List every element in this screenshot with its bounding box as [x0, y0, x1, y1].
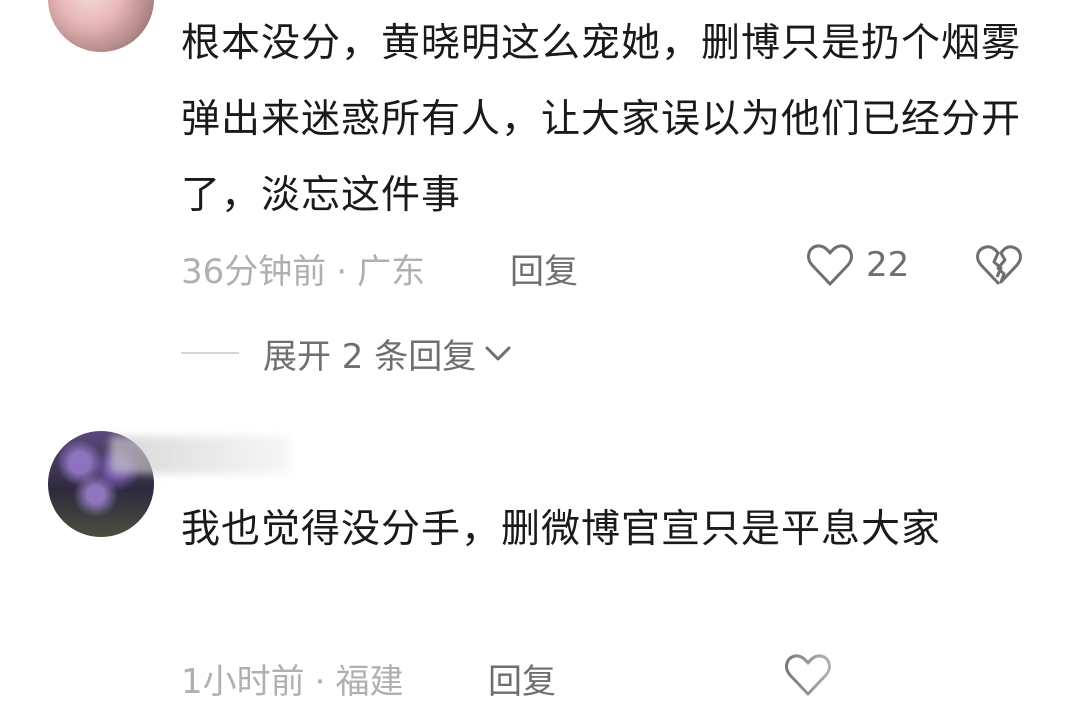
comment-text: 根本没分，黄晓明这么宠她，删博只是扔个烟雾弹出来迷惑所有人，让大家误以为他们已经… — [181, 21, 1022, 218]
chevron-down-icon — [482, 341, 514, 365]
meta-separator: · — [336, 252, 348, 292]
reply-button[interactable]: 回复 — [488, 654, 556, 703]
comment-location: 广东 — [357, 252, 426, 292]
comment-meta: 36分钟前 · 广东 — [181, 244, 425, 293]
username-redacted — [110, 436, 290, 474]
broken-heart-icon — [975, 244, 1023, 288]
dislike-button[interactable] — [975, 244, 1023, 288]
heart-outline-icon — [806, 242, 854, 288]
expand-replies-button[interactable]: 展开 2 条回复 — [181, 330, 514, 377]
comment-meta: 1小时前 · 福建 — [181, 654, 403, 703]
like-count: 22 — [866, 245, 910, 285]
comment-time: 1小时前 — [181, 662, 305, 702]
comment-list: 根本没分，黄晓明这么宠她，删博只是扔个烟雾弹出来迷惑所有人，让大家误以为他们已经… — [0, 0, 1080, 720]
watermark-overlay — [780, 648, 1080, 720]
expand-replies-label: 展开 2 条回复 — [263, 336, 477, 377]
comment-time: 36分钟前 — [181, 252, 327, 292]
like-button[interactable]: 22 — [806, 242, 909, 288]
reply-button[interactable]: 回复 — [510, 244, 578, 293]
meta-separator: · — [314, 662, 326, 702]
avatar[interactable] — [48, 0, 154, 52]
expand-divider — [181, 352, 239, 354]
comment-text: 我也觉得没分手，删微博官宣只是平息大家 — [181, 507, 942, 552]
comment-location: 福建 — [335, 662, 404, 702]
